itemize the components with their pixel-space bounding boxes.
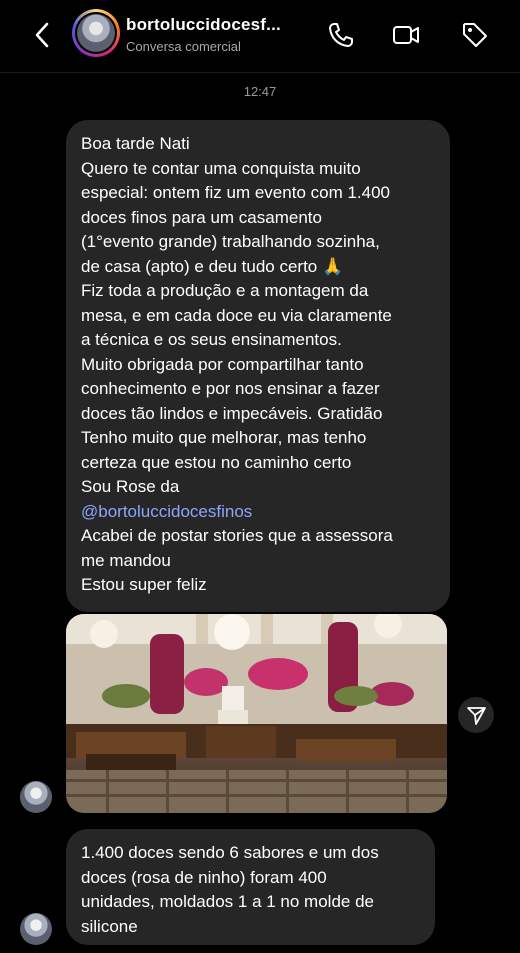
- message-line: doces finos para um casamento: [81, 207, 322, 227]
- send-icon: [467, 707, 486, 725]
- message-line: doces tão lindos e impecáveis. Gratidão: [81, 403, 383, 423]
- message-line: de casa (apto) e deu tudo certo 🙏: [81, 256, 344, 276]
- message-bubble[interactable]: Boa tarde Nati Quero te contar uma conqu…: [66, 120, 450, 612]
- event-photo-illustration: [66, 614, 447, 813]
- message-text: Boa tarde Nati Quero te contar uma conqu…: [81, 132, 441, 598]
- message-line: a técnica e os seus ensinamentos.: [81, 330, 342, 349]
- back-icon[interactable]: [30, 20, 56, 50]
- username[interactable]: bortoluccidocesf...: [126, 15, 281, 35]
- message-line: mesa, e em cada doce eu via claramente: [81, 305, 392, 325]
- message-line: unidades, moldados 1 a 1 no molde de: [81, 892, 374, 911]
- mention-link[interactable]: @bortoluccidocesfinos: [81, 500, 441, 525]
- event-photo[interactable]: [66, 614, 447, 813]
- message-line: Muito obrigada por compartilhar tanto: [81, 354, 364, 374]
- message-line: Acabei de postar stories que a assessora: [81, 526, 393, 545]
- phone-icon[interactable]: [326, 20, 356, 50]
- message-line: especial: ontem fiz um evento com 1.400: [81, 183, 390, 202]
- message-line: Estou super feliz: [81, 575, 207, 594]
- message-line: certeza que estou no caminho certo: [81, 452, 352, 472]
- chat-header: bortoluccidocesf... Conversa comercial: [0, 0, 520, 73]
- message-line: Boa tarde Nati: [81, 134, 190, 153]
- message-line: silicone: [81, 916, 138, 936]
- message-line: Quero te contar uma conquista muito: [81, 158, 361, 178]
- conversation-type: Conversa comercial: [126, 39, 241, 54]
- message-bubble[interactable]: 1.400 doces sendo 6 sabores e um dos doc…: [66, 829, 435, 945]
- message-line: Tenho muito que melhorar, mas tenho: [81, 428, 367, 447]
- message-line: (1°evento grande) trabalhando sozinha,: [81, 232, 380, 251]
- video-camera-icon[interactable]: [391, 20, 421, 50]
- message-line: Sou Rose da: [81, 477, 180, 496]
- message-timestamp: 12:47: [243, 84, 277, 99]
- share-button[interactable]: [458, 697, 494, 733]
- message-line: 1.400 doces sendo 6 sabores e um dos: [81, 843, 379, 862]
- message-line: Fiz toda a produção e a montagem da: [81, 281, 369, 300]
- profile-avatar[interactable]: [72, 9, 120, 57]
- message-line: doces (rosa de ninho) foram 400: [81, 867, 327, 887]
- message-line: conhecimento e por nos ensinar a fazer: [81, 379, 380, 398]
- message-line: me mandou: [81, 550, 171, 570]
- sender-avatar[interactable]: [20, 781, 52, 813]
- message-text: 1.400 doces sendo 6 sabores e um dos doc…: [81, 841, 426, 939]
- tag-icon[interactable]: [460, 20, 490, 50]
- sender-avatar[interactable]: [20, 913, 52, 945]
